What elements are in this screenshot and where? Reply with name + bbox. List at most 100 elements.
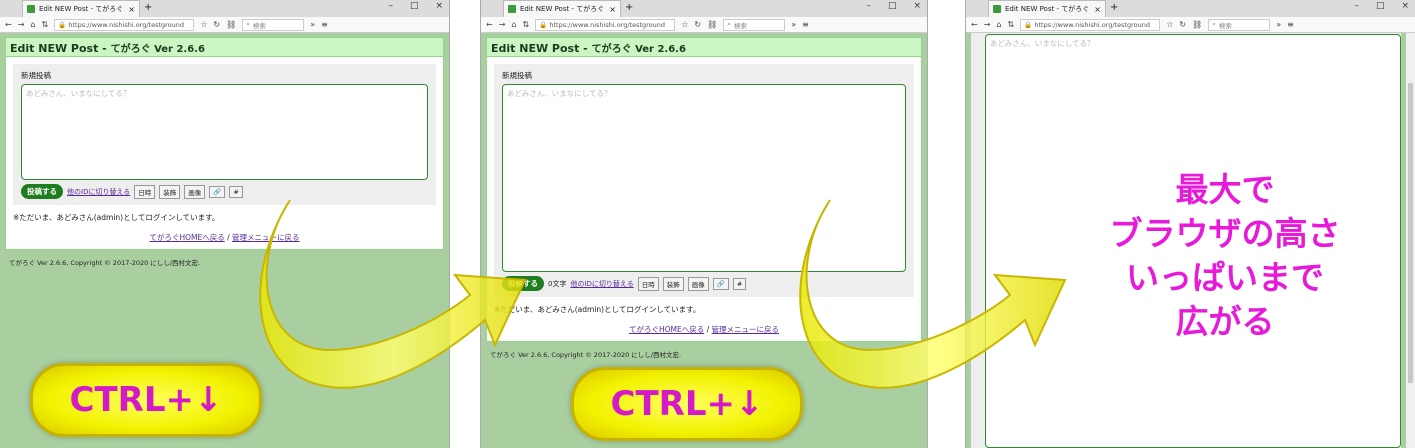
new-tab-button[interactable]: + xyxy=(144,2,152,13)
tab-close-icon[interactable]: × xyxy=(128,5,135,14)
back-icon[interactable]: ← xyxy=(971,20,978,29)
reload-icon[interactable]: ↻ xyxy=(1179,20,1186,29)
post-form-card: 新規投稿 あどみさん、いまなにしてる？ 投稿する 他のIDに切り替える 日時 装… xyxy=(5,57,444,250)
home-link[interactable]: てがろぐHOMEへ戻る xyxy=(629,325,704,334)
page-title-main: Edit NEW Post - xyxy=(491,42,592,55)
image-button[interactable]: 画像 xyxy=(687,276,709,291)
admin-menu-link[interactable]: 管理メニューに戻る xyxy=(232,233,300,242)
post-button[interactable]: 投稿する xyxy=(21,184,63,199)
menu-icon[interactable]: ≡ xyxy=(802,20,809,29)
login-note: ※ただいま、あどみさん(admin)としてログインしています。 xyxy=(13,213,220,222)
reload-icon[interactable]: ↻ xyxy=(213,20,220,29)
tab-bar: Edit NEW Post - てがろぐ × + – □ × xyxy=(481,0,927,17)
search-box[interactable]: ⌕ 検索 xyxy=(723,18,786,31)
close-window-button[interactable]: × xyxy=(435,1,443,11)
window-controls: – □ × xyxy=(388,1,443,11)
close-window-button[interactable]: × xyxy=(913,1,921,11)
url-bar[interactable]: 🔒 https://www.nishishi.org/testground xyxy=(1020,18,1161,31)
new-tab-button[interactable]: + xyxy=(1110,2,1118,13)
decoration-button[interactable]: 装飾 xyxy=(662,276,684,291)
post-button[interactable]: 投稿する xyxy=(502,276,544,291)
menu-icon[interactable]: ≡ xyxy=(1287,20,1294,29)
link-button[interactable]: 🔗 xyxy=(209,185,226,198)
maximize-button[interactable]: □ xyxy=(410,1,419,11)
nav-bar: ← → ⌂ ⇅ 🔒 https://www.nishishi.org/testg… xyxy=(0,17,449,33)
sync-icon[interactable]: ⇅ xyxy=(1007,20,1014,29)
link-separator: / xyxy=(704,325,712,334)
page-title-app: てがろぐ Ver 2.6.6 xyxy=(591,44,686,55)
lock-icon: 🔒 xyxy=(1024,20,1035,29)
tab-title: Edit NEW Post - てがろぐ xyxy=(520,5,605,13)
switch-id-link[interactable]: 他のIDに切り替える xyxy=(67,187,130,197)
link-icon[interactable]: ⛓ xyxy=(1192,20,1202,29)
reload-icon[interactable]: ↻ xyxy=(694,20,701,29)
minimize-button[interactable]: – xyxy=(388,1,393,11)
overflow-icon[interactable]: » xyxy=(791,20,796,29)
home-icon[interactable]: ⌂ xyxy=(996,20,1001,29)
page-title-main: Edit NEW Post - xyxy=(10,42,111,55)
tab-title: Edit NEW Post - てがろぐ xyxy=(1005,5,1090,13)
site-favicon-icon xyxy=(508,5,516,13)
image-button[interactable]: 画像 xyxy=(184,184,206,199)
url-bar[interactable]: 🔒 https://www.nishishi.org/testground xyxy=(54,18,195,31)
result-line-1: 最大で xyxy=(1175,170,1275,209)
maximize-button[interactable]: □ xyxy=(1376,1,1385,11)
forward-icon[interactable]: → xyxy=(499,20,506,29)
nav-links: てがろぐHOMEへ戻る / 管理メニューに戻る xyxy=(494,324,914,335)
overflow-icon[interactable]: » xyxy=(1276,20,1281,29)
link-button[interactable]: 🔗 xyxy=(712,277,729,290)
page-title: Edit NEW Post - てがろぐ Ver 2.6.6 xyxy=(5,37,444,57)
hashtag-button[interactable]: # xyxy=(229,185,243,198)
tab-close-icon[interactable]: × xyxy=(1094,5,1101,14)
forward-icon[interactable]: → xyxy=(18,20,25,29)
sync-icon[interactable]: ⇅ xyxy=(41,20,48,29)
url-bar[interactable]: 🔒 https://www.nishishi.org/testground xyxy=(535,18,676,31)
home-icon[interactable]: ⌂ xyxy=(511,20,516,29)
search-icon: ⌕ xyxy=(727,20,731,28)
tab-title: Edit NEW Post - てがろぐ xyxy=(39,5,124,13)
bookmark-star-icon[interactable]: ☆ xyxy=(200,20,207,29)
nav-links: てがろぐHOMEへ戻る / 管理メニューに戻る xyxy=(13,232,436,243)
date-button[interactable]: 日時 xyxy=(637,276,659,291)
new-tab-button[interactable]: + xyxy=(625,2,633,13)
minimize-button[interactable]: – xyxy=(866,1,871,11)
forward-icon[interactable]: → xyxy=(984,20,991,29)
bookmark-star-icon[interactable]: ☆ xyxy=(681,20,688,29)
search-box[interactable]: ⌕ 検索 xyxy=(1208,18,1271,31)
hashtag-button[interactable]: # xyxy=(732,277,747,290)
browser-tab[interactable]: Edit NEW Post - てがろぐ × xyxy=(988,0,1106,17)
minimize-button[interactable]: – xyxy=(1354,1,1359,11)
scrollbar[interactable] xyxy=(1406,33,1415,448)
browser-tab[interactable]: Edit NEW Post - てがろぐ × xyxy=(22,0,140,17)
admin-menu-link[interactable]: 管理メニューに戻る xyxy=(712,325,780,334)
menu-icon[interactable]: ≡ xyxy=(321,20,328,29)
search-box[interactable]: ⌕ 検索 xyxy=(242,18,305,31)
url-text: https://www.nishishi.org/testground xyxy=(68,20,185,29)
shortcut-callout-2: CTRL+↓ xyxy=(571,367,803,441)
post-textarea[interactable]: あどみさん、いまなにしてる？ xyxy=(502,84,906,272)
scrollbar-thumb[interactable] xyxy=(1408,83,1413,383)
browser-tab[interactable]: Edit NEW Post - てがろぐ × xyxy=(503,0,621,17)
maximize-button[interactable]: □ xyxy=(888,1,897,11)
overflow-icon[interactable]: » xyxy=(310,20,315,29)
url-text: https://www.nishishi.org/testground xyxy=(1034,20,1151,29)
close-window-button[interactable]: × xyxy=(1401,1,1409,11)
link-separator: / xyxy=(224,233,233,242)
sync-icon[interactable]: ⇅ xyxy=(522,20,529,29)
back-icon[interactable]: ← xyxy=(5,20,12,29)
post-textarea[interactable]: あどみさん、いまなにしてる？ xyxy=(21,84,428,180)
result-line-3: いっぱいまで xyxy=(1126,258,1324,297)
link-icon[interactable]: ⛓ xyxy=(707,20,717,29)
bookmark-star-icon[interactable]: ☆ xyxy=(1166,20,1173,29)
home-link[interactable]: てがろぐHOMEへ戻る xyxy=(149,233,224,242)
post-form: 新規投稿 あどみさん、いまなにしてる？ 投稿する 他のIDに切り替える 日時 装… xyxy=(13,64,436,205)
link-icon[interactable]: ⛓ xyxy=(226,20,236,29)
back-icon[interactable]: ← xyxy=(486,20,493,29)
tab-close-icon[interactable]: × xyxy=(609,5,616,14)
date-button[interactable]: 日時 xyxy=(134,184,156,199)
switch-id-link[interactable]: 他のIDに切り替える xyxy=(570,279,633,289)
result-line-2: ブラウザの高さ xyxy=(1109,214,1341,253)
page-title: Edit NEW Post - てがろぐ Ver 2.6.6 xyxy=(486,37,922,57)
decoration-button[interactable]: 装飾 xyxy=(159,184,181,199)
home-icon[interactable]: ⌂ xyxy=(30,20,35,29)
